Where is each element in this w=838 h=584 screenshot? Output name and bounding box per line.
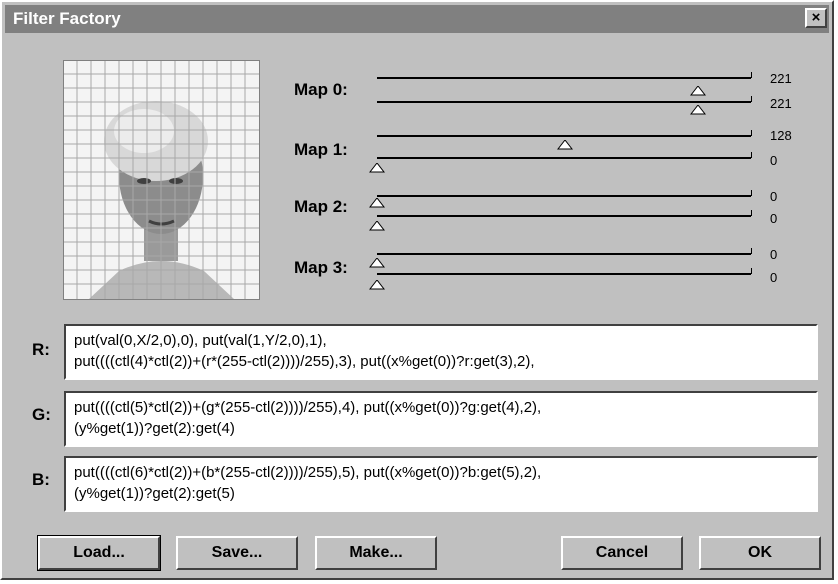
close-button[interactable]: ×	[805, 8, 827, 28]
map2-slider-b[interactable]	[377, 210, 752, 217]
channel-r-line-2: put((((ctl(4)*ctl(2))+(r*(255-ctl(2))))/…	[74, 353, 535, 370]
map1-slider-b-value: 0	[770, 153, 778, 168]
map0-slider-b-value: 221	[770, 96, 792, 111]
map0-slider-b-thumb[interactable]	[690, 105, 706, 115]
make-button[interactable]: Make...	[315, 536, 437, 570]
close-icon: ×	[811, 9, 821, 26]
map2-label: Map 2:	[294, 197, 348, 216]
filter-factory-dialog: Filter Factory × Map 0: 221 221 Map 1: 1…	[0, 0, 834, 580]
window-title: Filter Factory	[13, 9, 121, 28]
map1-slider-b[interactable]	[377, 152, 752, 159]
map3-slider-b-value: 0	[770, 270, 778, 285]
channel-g-label: G:	[32, 405, 51, 424]
ok-button[interactable]: OK	[699, 536, 821, 570]
map2-slider-b-value: 0	[770, 211, 778, 226]
map1-slider-a-value: 128	[770, 128, 792, 143]
map2-slider-a-value: 0	[770, 189, 778, 204]
map3-slider-b[interactable]	[377, 268, 752, 275]
channel-r-expression[interactable]: put(val(0,X/2,0),0), put(val(1,Y/2,0),1)…	[64, 324, 818, 380]
load-button[interactable]: Load...	[37, 535, 161, 571]
channel-r-line-1: put(val(0,X/2,0),0), put(val(1,Y/2,0),1)…	[74, 332, 327, 349]
cancel-button[interactable]: Cancel	[561, 536, 683, 570]
map3-label: Map 3:	[294, 258, 348, 277]
map0-slider-b[interactable]	[377, 96, 752, 103]
channel-g-expression[interactable]: put((((ctl(5)*ctl(2))+(g*(255-ctl(2))))/…	[64, 391, 818, 447]
map1-slider-a-thumb[interactable]	[557, 140, 573, 150]
map0-slider-a-value: 221	[770, 71, 792, 86]
map1-label: Map 1:	[294, 140, 348, 159]
channel-b-line-2: (y%get(1))?get(2):get(5)	[74, 485, 235, 502]
channel-g-line-2: (y%get(1))?get(2):get(4)	[74, 420, 235, 437]
title-bar[interactable]: Filter Factory ×	[5, 5, 829, 33]
channel-b-expression[interactable]: put((((ctl(6)*ctl(2))+(b*(255-ctl(2))))/…	[64, 456, 818, 512]
map0-slider-a[interactable]	[377, 72, 752, 79]
channel-b-line-1: put((((ctl(6)*ctl(2))+(b*(255-ctl(2))))/…	[74, 464, 542, 481]
map3-slider-a[interactable]	[377, 248, 752, 255]
map3-slider-a-thumb[interactable]	[369, 258, 385, 268]
map1-slider-b-thumb[interactable]	[369, 163, 385, 173]
map0-label: Map 0:	[294, 80, 348, 99]
image-preview	[63, 60, 260, 300]
channel-r-label: R:	[32, 340, 50, 359]
map2-slider-b-thumb[interactable]	[369, 221, 385, 231]
map2-slider-a[interactable]	[377, 190, 752, 197]
channel-b-label: B:	[32, 470, 50, 489]
channel-g-line-1: put((((ctl(5)*ctl(2))+(g*(255-ctl(2))))/…	[74, 399, 542, 416]
map3-slider-a-value: 0	[770, 247, 778, 262]
map2-slider-a-thumb[interactable]	[369, 198, 385, 208]
map0-slider-a-thumb[interactable]	[690, 86, 706, 96]
portrait-image	[64, 61, 259, 299]
map1-slider-a[interactable]	[377, 130, 752, 137]
save-button[interactable]: Save...	[176, 536, 298, 570]
map3-slider-b-thumb[interactable]	[369, 280, 385, 290]
